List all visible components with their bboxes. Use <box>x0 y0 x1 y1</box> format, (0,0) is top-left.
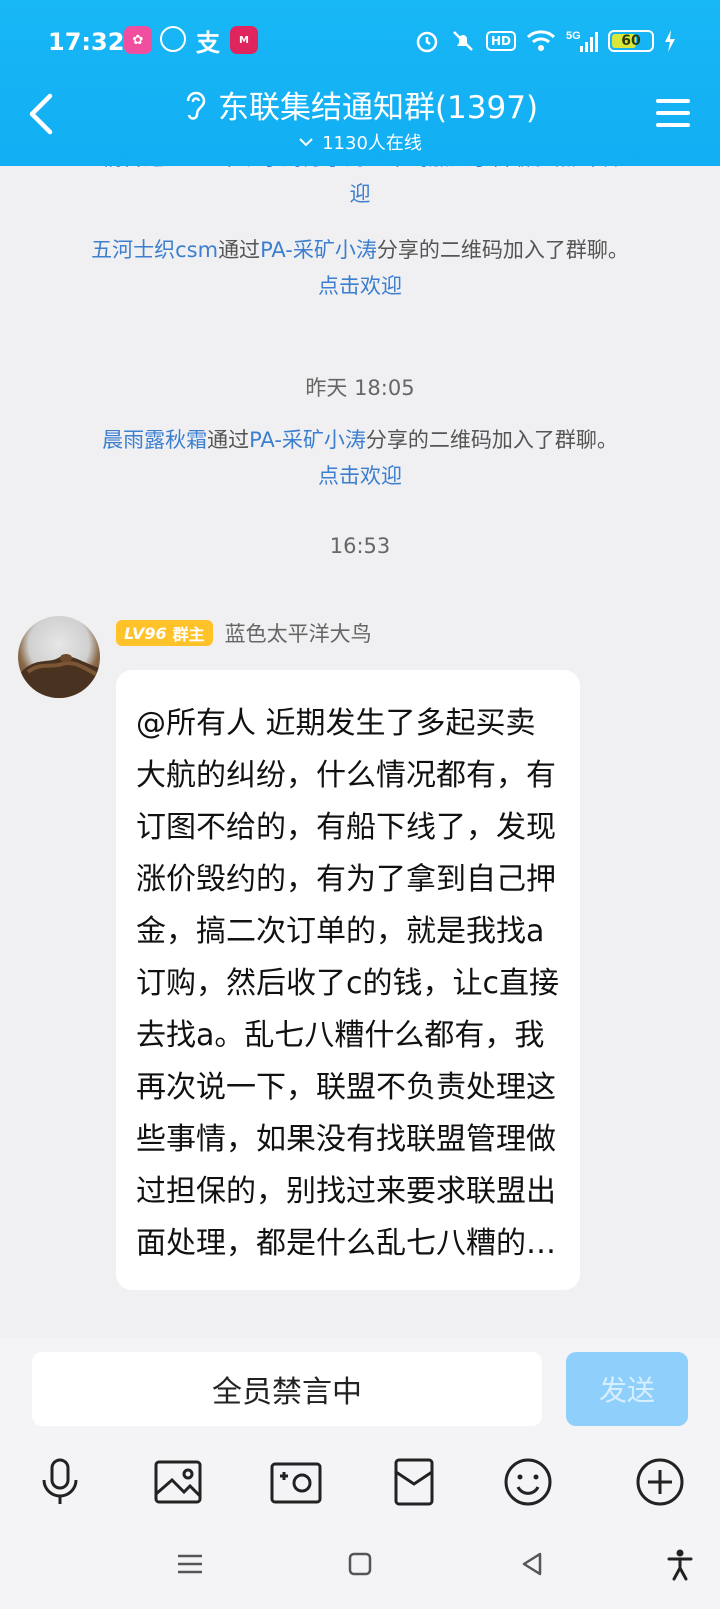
message-list[interactable]: 情群通过PA-采矿小涛分享的二维码加入了群聊。点击欢 迎 五河士织csm通过PA… <box>0 166 720 1338</box>
accessibility-button[interactable] <box>662 1546 698 1582</box>
camera-icon <box>270 1462 322 1504</box>
photo-button[interactable] <box>150 1454 206 1510</box>
microphone-icon <box>42 1458 78 1504</box>
message-text: @所有人 近期发生了多起买卖大航的纠纷，什么情况都有，有订图不给的，有船下线了，… <box>136 706 559 1261</box>
hd-icon: HD <box>485 31 516 51</box>
chat-bubble-icon <box>160 26 186 52</box>
timestamp: 昨天 18:05 <box>305 376 415 400</box>
accessibility-icon <box>667 1549 693 1581</box>
wifi-icon <box>526 30 556 51</box>
red-packet-button[interactable] <box>386 1454 442 1510</box>
more-button[interactable] <box>632 1454 688 1510</box>
battery-level: 60 <box>621 33 641 49</box>
chat-title: 东联集结通知群(1397) <box>217 90 539 126</box>
inviter-link[interactable]: PA-采矿小涛 <box>249 428 366 452</box>
mute-icon <box>453 31 473 51</box>
message-bubble[interactable]: @所有人 近期发生了多起买卖大航的纠纷，什么情况都有，有订图不给的，有船下线了，… <box>116 670 580 1290</box>
nav-back-button[interactable] <box>514 1546 550 1582</box>
sender-name[interactable]: 蓝色太平洋大鸟 <box>225 618 372 648</box>
status-bar: 17:32 ✿ 支 M HD 5G 60 <box>0 0 720 88</box>
sender-row: LV96 群主 蓝色太平洋大鸟 <box>116 618 372 648</box>
level-text: LV96 <box>124 623 167 643</box>
system-message-join: 晨雨露秋霜通过PA-采矿小涛分享的二维码加入了群聊。 点击欢迎 <box>40 422 680 494</box>
inviter-link[interactable]: PA-采矿小涛 <box>260 238 377 262</box>
app-notification-icon: ✿ <box>124 26 152 54</box>
red-packet-icon <box>394 1458 434 1506</box>
input-toolbar <box>0 1444 720 1524</box>
member-name-link[interactable]: 五河士织csm <box>91 238 218 262</box>
triangle-back-icon <box>522 1552 542 1576</box>
menu-lines-icon <box>178 1554 202 1574</box>
svg-text:5G: 5G <box>566 30 581 42</box>
system-nav-bar <box>0 1524 720 1609</box>
input-bar: 全员禁言中 发送 <box>0 1338 720 1444</box>
status-app-icons: ✿ 支 M <box>124 26 258 57</box>
hamburger-icon <box>656 99 690 127</box>
join-text-tail: 分享的二维码加入了群聊。 <box>365 428 618 452</box>
system-message-join: 五河士织csm通过PA-采矿小涛分享的二维码加入了群聊。 点击欢迎 <box>40 232 680 304</box>
message-input[interactable]: 全员禁言中 <box>32 1352 542 1426</box>
chat-header: 17:32 ✿ 支 M HD 5G 60 东联集结通知群(1397) 1130人… <box>0 0 720 166</box>
nav-menu-button[interactable] <box>172 1546 208 1582</box>
menu-button[interactable] <box>654 96 692 130</box>
battery-icon: 60 <box>608 30 654 52</box>
camera-button[interactable] <box>268 1454 324 1510</box>
welcome-link[interactable]: 点击欢迎 <box>40 458 680 494</box>
image-icon <box>154 1460 202 1504</box>
welcome-link[interactable]: 点击欢迎 <box>40 268 680 304</box>
timestamp: 16:53 <box>329 534 391 558</box>
nav-home-button[interactable] <box>342 1546 378 1582</box>
avatar-image <box>18 654 100 698</box>
status-indicators: HD 5G 60 <box>414 28 676 54</box>
emoji-button[interactable] <box>500 1454 556 1510</box>
send-button[interactable]: 发送 <box>566 1352 688 1426</box>
voice-button[interactable] <box>32 1454 88 1510</box>
role-text: 群主 <box>172 625 205 644</box>
charging-icon <box>665 30 675 52</box>
shopping-app-icon: M <box>230 26 258 54</box>
system-message-partial: 情群通过PA-采矿小涛分享的二维码加入了群聊。点击欢 迎 <box>40 166 680 212</box>
square-icon <box>348 1552 372 1576</box>
alipay-icon: 支 <box>196 28 220 57</box>
partial-text: 情群通过PA-采矿小涛分享的二维码加入了群聊。点击欢 <box>40 166 680 176</box>
join-text-tail: 分享的二维码加入了群聊。 <box>376 238 629 262</box>
avatar[interactable] <box>18 616 100 698</box>
chevron-down-icon <box>299 138 313 147</box>
welcome-link[interactable]: 迎 <box>40 176 680 212</box>
join-text: 通过 <box>218 238 261 262</box>
chat-title-area[interactable]: 东联集结通知群(1397) 1130人在线 <box>0 82 720 155</box>
ear-icon <box>186 91 206 120</box>
status-time: 17:32 <box>48 28 125 56</box>
member-name-link[interactable]: 晨雨露秋霜 <box>102 428 207 452</box>
signal-icon: 5G <box>566 30 598 52</box>
online-count: 1130人在线 <box>322 133 422 154</box>
level-badge: LV96 群主 <box>116 620 213 646</box>
alarm-icon <box>416 31 438 53</box>
smiley-icon <box>504 1458 552 1506</box>
plus-circle-icon <box>636 1458 684 1506</box>
join-text: 通过 <box>207 428 250 452</box>
